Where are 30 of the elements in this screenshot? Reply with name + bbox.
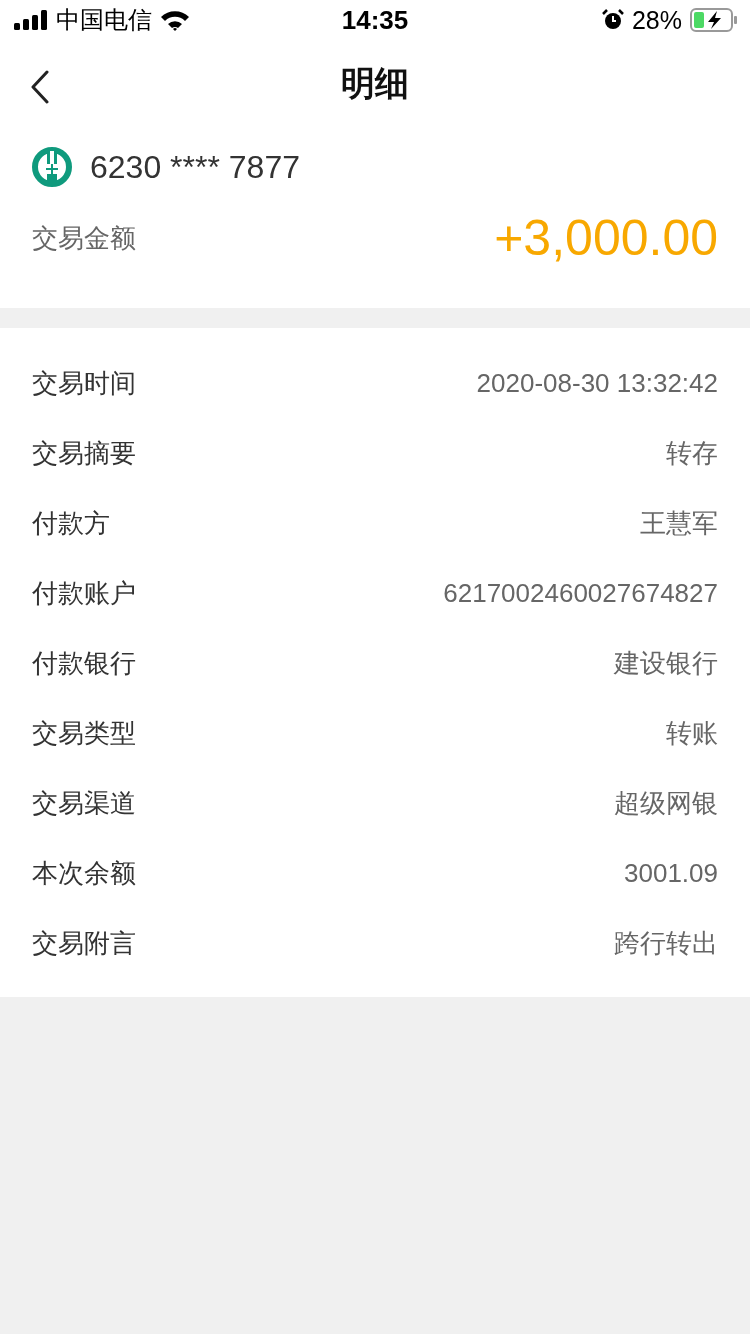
battery-charging-icon <box>690 8 738 32</box>
detail-label: 本次余额 <box>32 856 136 890</box>
detail-label: 付款方 <box>32 506 110 540</box>
signal-icon <box>14 10 48 30</box>
amount-label: 交易金额 <box>32 221 136 255</box>
detail-label: 付款银行 <box>32 646 136 680</box>
detail-value: 超级网银 <box>614 786 718 820</box>
detail-label: 交易渠道 <box>32 786 136 820</box>
detail-value: 3001.09 <box>624 857 718 889</box>
detail-label: 交易类型 <box>32 716 136 750</box>
detail-label: 交易时间 <box>32 366 136 400</box>
battery-percentage: 28% <box>631 5 682 35</box>
detail-value: 建设银行 <box>614 646 718 680</box>
carrier-name: 中国电信 <box>56 5 152 35</box>
page-title: 明细 <box>341 63 409 104</box>
detail-value: 转账 <box>666 716 718 750</box>
detail-value: 2020-08-30 13:32:42 <box>476 367 718 399</box>
bank-logo-icon <box>32 147 72 187</box>
detail-value: 王慧军 <box>640 506 718 540</box>
detail-label: 交易摘要 <box>32 436 136 470</box>
card-number: 6230 **** 7877 <box>90 148 300 186</box>
detail-label: 付款账户 <box>32 576 136 610</box>
transaction-amount: +3,000.00 <box>494 209 718 267</box>
wifi-icon <box>160 9 190 31</box>
detail-label: 交易附言 <box>32 926 136 960</box>
alarm-clock-icon <box>601 9 624 31</box>
detail-value: 跨行转出 <box>614 926 718 960</box>
status-time: 14:35 <box>341 4 409 36</box>
detail-value: 转存 <box>666 436 718 470</box>
detail-value: 6217002460027674827 <box>443 577 718 609</box>
